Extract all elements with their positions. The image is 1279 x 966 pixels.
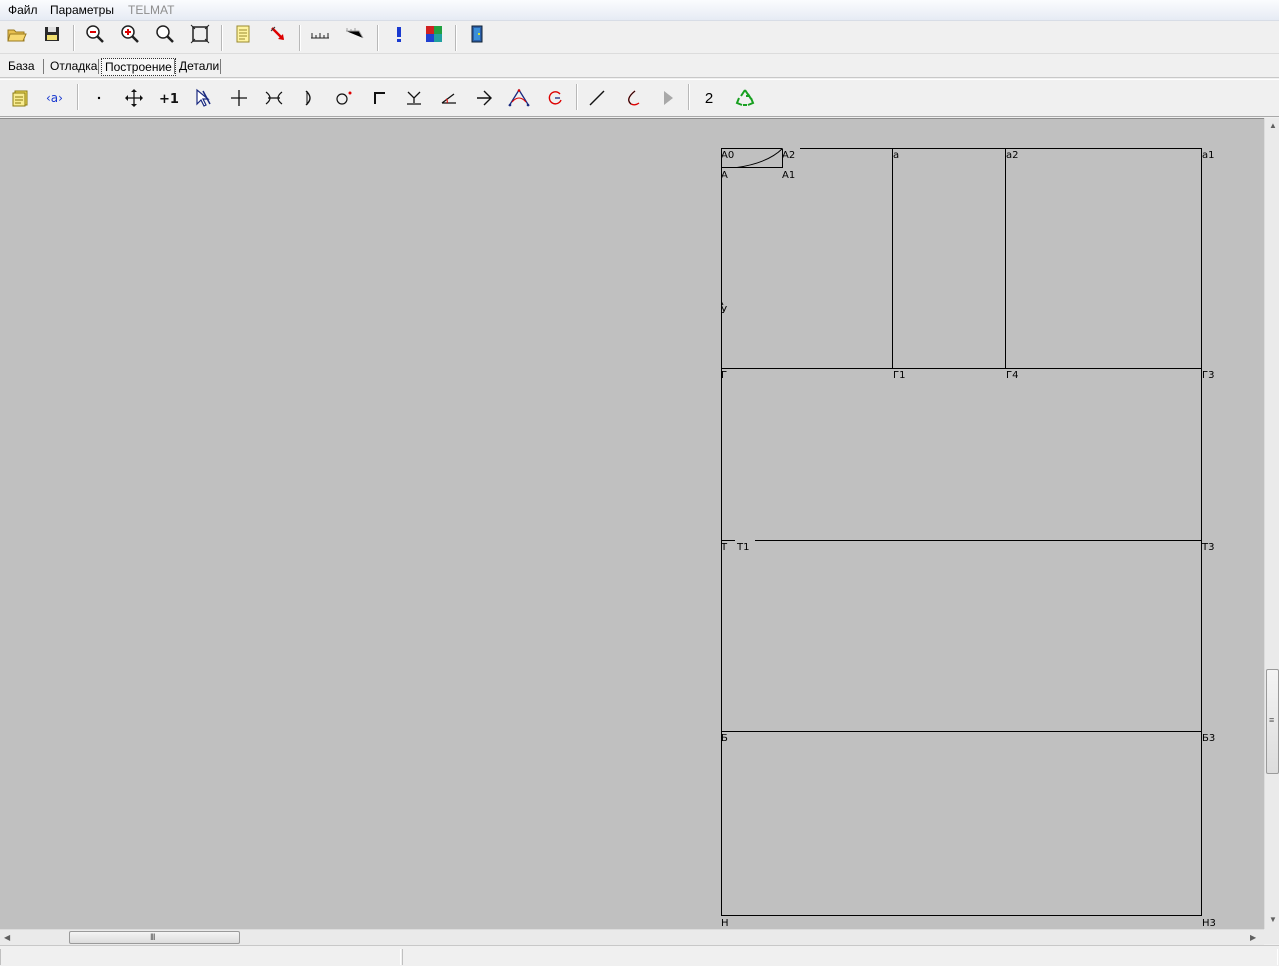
label-T1: Т1 [736, 542, 749, 553]
select-cursor-icon[interactable] [192, 86, 216, 110]
tab-details[interactable]: Детали [176, 58, 222, 74]
grip-icon: III [150, 932, 155, 942]
label-A0: А0 [721, 150, 734, 161]
status-bar [0, 945, 1279, 966]
label-U: У [721, 305, 727, 316]
scroll-down-icon[interactable]: ▼ [1269, 915, 1277, 924]
color-palette-icon[interactable] [422, 22, 446, 46]
circle-arrow-icon[interactable] [543, 86, 567, 110]
pattern-frame [721, 148, 1202, 916]
zoom-fit-icon[interactable] [188, 22, 212, 46]
label-A1: А1 [782, 170, 795, 181]
play-icon[interactable] [656, 86, 680, 110]
status-cell-2 [402, 949, 1278, 965]
document-icon[interactable] [231, 22, 255, 46]
variable-a-icon[interactable]: ‹a› [44, 86, 68, 110]
open-folder-icon[interactable] [5, 22, 29, 46]
point-icon[interactable] [87, 86, 111, 110]
main-toolbar [0, 21, 1279, 54]
label-a: а [893, 150, 899, 161]
scroll-up-icon[interactable]: ▲ [1269, 121, 1277, 130]
exit-door-icon[interactable] [465, 22, 489, 46]
label-G4: Г4 [1006, 370, 1018, 381]
number-two-label[interactable]: 2 [697, 86, 721, 110]
drawing-canvas[interactable]: А0 А2 А А1 а а2 а1 У Г Г1 Г4 Г3 Т Т1 Т3 … [0, 118, 1264, 930]
neck-curve [736, 148, 783, 168]
recycle-icon[interactable] [733, 86, 757, 110]
grip-icon: ≡ [1269, 715, 1274, 725]
line-icon[interactable] [585, 86, 609, 110]
vertical-scroll-thumb[interactable]: ≡ [1266, 669, 1279, 774]
move-cross-icon[interactable] [122, 86, 146, 110]
menu-telmat[interactable]: TELMAT [128, 3, 174, 17]
tab-debug[interactable]: Отладка [47, 58, 100, 74]
zoom-out-icon[interactable] [83, 22, 107, 46]
mode-tabs: База Отладка Построение Детали [0, 55, 1279, 78]
label-H3: Н3 [1202, 918, 1216, 929]
zoom-magnifier-icon[interactable] [153, 22, 177, 46]
menu-parameters[interactable]: Параметры [50, 3, 114, 17]
menu-file[interactable]: Файл [8, 3, 38, 17]
label-A2: А2 [782, 150, 795, 161]
triangle-curve-icon[interactable] [507, 86, 531, 110]
corner-icon[interactable] [367, 86, 391, 110]
label-T: Т [720, 542, 728, 553]
label-G: Г [721, 370, 727, 381]
save-disk-icon[interactable] [40, 22, 64, 46]
ruler-icon[interactable] [308, 22, 332, 46]
curve-icon[interactable] [620, 86, 644, 110]
label-G3: Г3 [1202, 370, 1214, 381]
arrow-right-icon[interactable] [472, 86, 496, 110]
intersection-icon[interactable] [262, 86, 286, 110]
label-B: Б [721, 733, 728, 744]
scroll-left-icon[interactable]: ◀ [4, 933, 10, 942]
label-a2: а2 [1006, 150, 1019, 161]
scroll-right-icon[interactable]: ▶ [1250, 933, 1256, 942]
label-A: А [721, 170, 728, 181]
red-arrow-icon[interactable] [266, 22, 290, 46]
horizontal-scrollbar[interactable]: ◀ III ▶ [0, 929, 1264, 945]
construction-toolbar: ‹a› +1 2 [0, 79, 1279, 117]
tab-base[interactable]: База [5, 58, 38, 74]
label-T3: Т3 [1201, 542, 1214, 553]
arc-point-icon[interactable] [297, 86, 321, 110]
horizontal-scroll-thumb[interactable]: III [69, 931, 240, 944]
exclamation-icon[interactable] [387, 22, 411, 46]
angle-icon[interactable] [437, 86, 461, 110]
circle-point-icon[interactable] [332, 86, 356, 110]
svg-text:‹a›: ‹a› [46, 91, 63, 105]
menu-bar: Файл Параметры TELMAT [0, 0, 1279, 21]
pattern-drawing[interactable]: А0 А2 А А1 а а2 а1 У Г Г1 Г4 Г3 Т Т1 Т3 … [0, 119, 1264, 930]
status-cell-1 [0, 949, 401, 965]
svg-text:+1: +1 [159, 92, 179, 106]
label-a1: а1 [1202, 150, 1215, 161]
ruler-gray-icon[interactable] [343, 22, 367, 46]
tab-build[interactable]: Построение [101, 58, 176, 76]
plus-one-icon[interactable]: +1 [157, 86, 181, 110]
label-G1: Г1 [893, 370, 905, 381]
cross-icon[interactable] [227, 86, 251, 110]
notes-icon[interactable] [8, 86, 32, 110]
vertical-scrollbar[interactable]: ▲ ≡ ▼ [1264, 118, 1279, 929]
bisector-icon[interactable] [402, 86, 426, 110]
label-H: Н [721, 918, 729, 929]
label-B3: Б3 [1202, 733, 1215, 744]
zoom-in-icon[interactable] [118, 22, 142, 46]
scroll-corner [1264, 929, 1279, 944]
